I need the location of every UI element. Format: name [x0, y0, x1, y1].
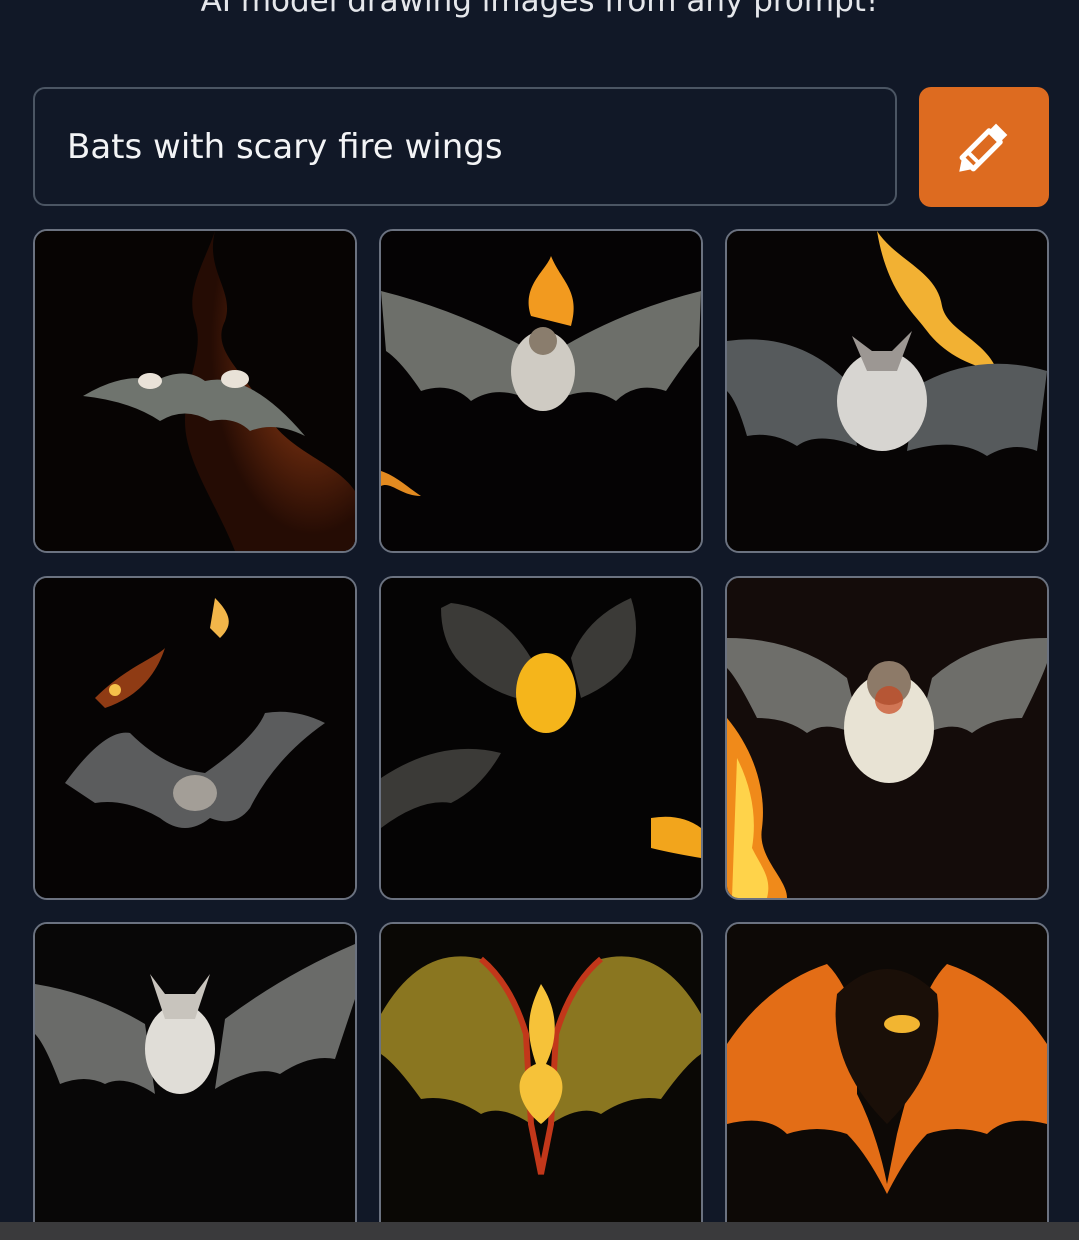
page-subtitle: AI model drawing images from any prompt! [200, 0, 879, 19]
bottom-bar [0, 1222, 1079, 1240]
generated-image-4[interactable] [33, 576, 357, 900]
generated-image-2[interactable] [379, 229, 703, 553]
generated-image-9[interactable] [725, 922, 1049, 1240]
generated-image-7[interactable] [33, 922, 357, 1240]
generated-image-1[interactable] [33, 229, 357, 553]
generated-image-5[interactable] [379, 576, 703, 900]
pencil-icon [949, 112, 1019, 182]
generated-image-6[interactable] [725, 576, 1049, 900]
craiyon-page: AI model drawing images from any prompt! [0, 0, 1079, 1240]
draw-button[interactable] [919, 87, 1049, 207]
prompt-input[interactable] [33, 87, 897, 206]
generated-image-3[interactable] [725, 229, 1049, 553]
generated-image-8[interactable] [379, 922, 703, 1240]
